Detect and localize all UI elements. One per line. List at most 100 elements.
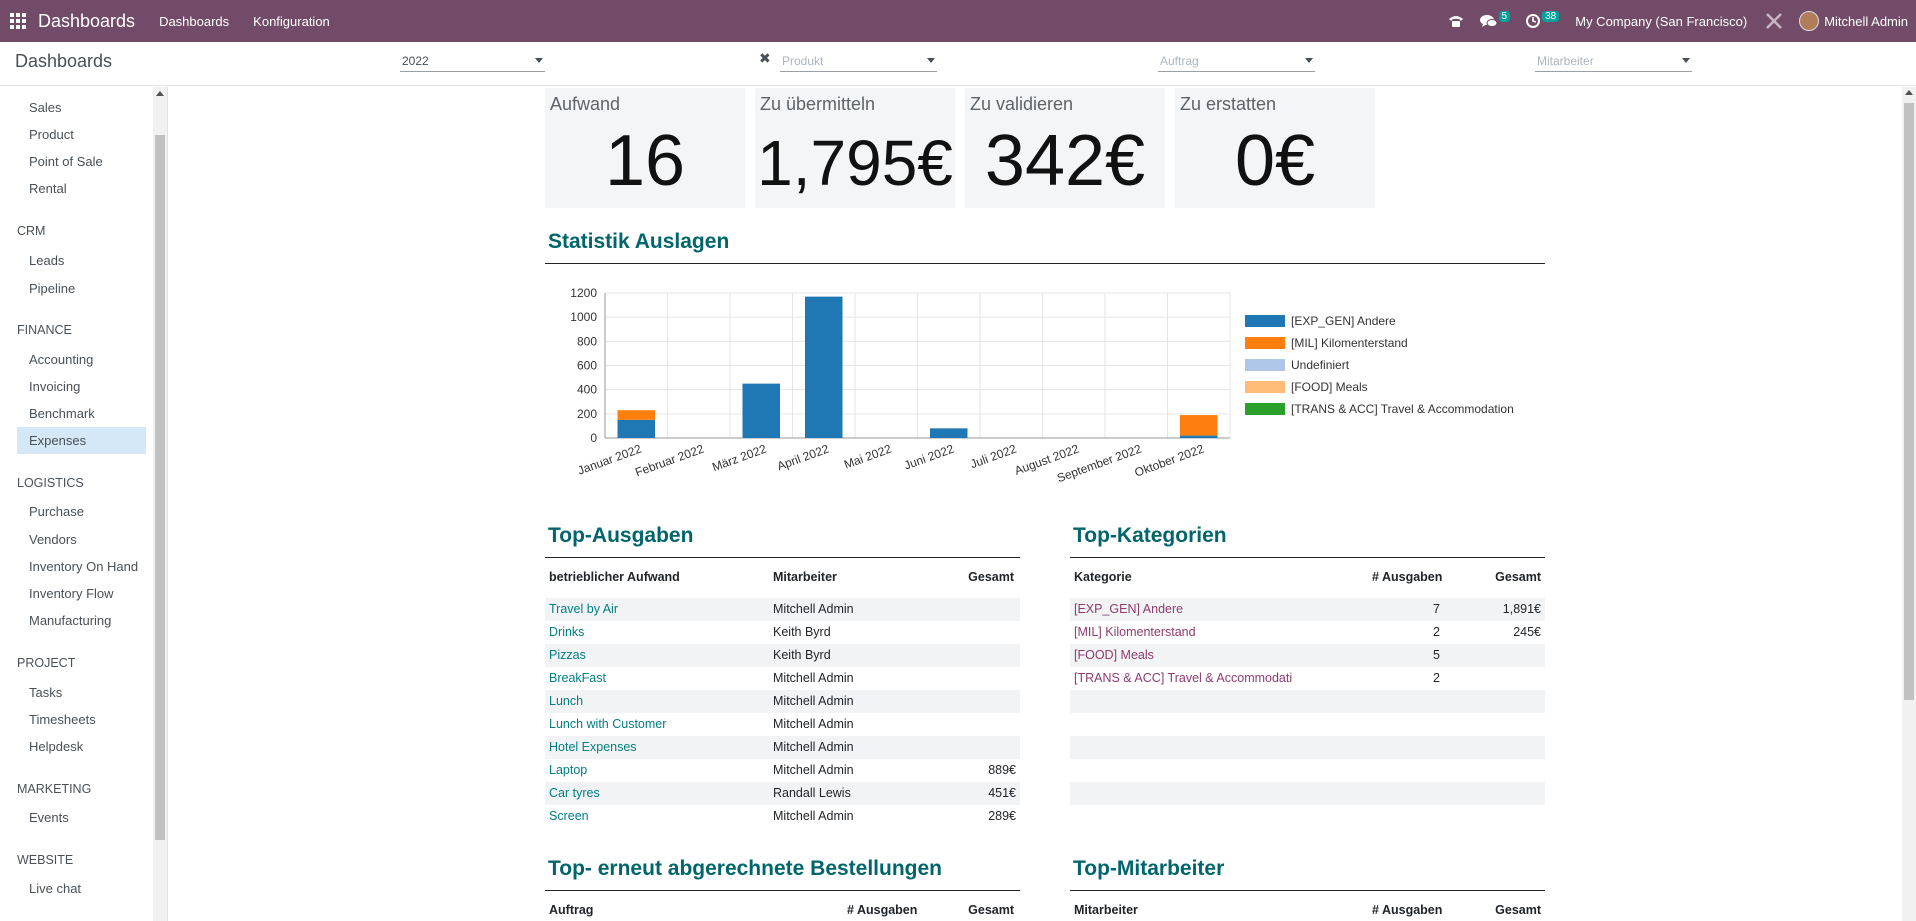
sidebar-scroll-thumb[interactable]	[155, 135, 165, 840]
expense-name-cell[interactable]: Lunch	[549, 694, 759, 708]
x-tick-label: Mai 2022	[842, 442, 893, 472]
column-header[interactable]: Mitarbeiter	[773, 570, 837, 584]
kpi-card-zu-validieren[interactable]: Zu validieren 342€	[965, 88, 1165, 208]
legend-item[interactable]: [TRANS & ACC] Travel & Accommodation	[1245, 398, 1514, 420]
sidebar-scrollbar[interactable]	[153, 87, 167, 921]
expense-name-cell[interactable]: Pizzas	[549, 648, 759, 662]
table-row[interactable]: [MIL] Kilomenterstand 2 245€	[1070, 621, 1545, 644]
column-header[interactable]: Kategorie	[1074, 570, 1132, 584]
filter-order[interactable]: Auftrag	[1158, 50, 1315, 72]
column-header[interactable]: # Ausgaben	[1372, 570, 1442, 584]
table-row[interactable]: Car tyres Randall Lewis 451€	[545, 782, 1020, 805]
expense-name-cell[interactable]: BreakFast	[549, 671, 759, 685]
kpi-card-aufwand[interactable]: Aufwand 16	[545, 88, 745, 208]
legend-item[interactable]: [EXP_GEN] Andere	[1245, 310, 1514, 332]
table-row[interactable]: Lunch with Customer Mitchell Admin	[545, 713, 1020, 736]
legend-item[interactable]: [FOOD] Meals	[1245, 376, 1514, 398]
employee-cell: Mitchell Admin	[773, 602, 854, 616]
expense-stats-chart: 0 200 400 600 800 1000 1200 Januar 2022Februar …	[570, 286, 1231, 485]
column-header[interactable]: Gesamt	[968, 903, 1014, 917]
sidebar-item-manufacturing[interactable]: Manufacturing	[17, 607, 146, 634]
table-row[interactable]: Travel by Air Mitchell Admin	[545, 598, 1020, 621]
legend-swatch	[1245, 337, 1285, 349]
column-header[interactable]: # Ausgaben	[847, 903, 917, 917]
table-row[interactable]: [FOOD] Meals 5	[1070, 644, 1545, 667]
sidebar-item-inventory-on-hand[interactable]: Inventory On Hand	[17, 553, 146, 580]
sidebar-item-point-of-sale[interactable]: Point of Sale	[17, 148, 146, 175]
expense-name-cell[interactable]: Laptop	[549, 763, 759, 777]
expense-name-cell[interactable]: Lunch with Customer	[549, 717, 759, 731]
category-name-cell[interactable]: [FOOD] Meals	[1074, 648, 1309, 662]
scroll-up-icon[interactable]	[156, 91, 164, 96]
table-row[interactable]: [EXP_GEN] Andere 7 1,891€	[1070, 598, 1545, 621]
sidebar-item-tasks[interactable]: Tasks	[17, 679, 146, 706]
sidebar-item-accounting[interactable]: Accounting	[17, 346, 146, 373]
legend-item[interactable]: [MIL] Kilomenterstand	[1245, 332, 1514, 354]
main-scrollbar[interactable]	[1902, 87, 1916, 921]
table-row[interactable]: Laptop Mitchell Admin 889€	[545, 759, 1020, 782]
app-brand[interactable]: Dashboards	[38, 11, 135, 32]
menu-dashboards[interactable]: Dashboards	[159, 14, 229, 29]
sidebar-item-benchmark[interactable]: Benchmark	[17, 400, 146, 427]
column-header[interactable]: Auftrag	[549, 903, 593, 917]
sidebar-item-leads[interactable]: Leads	[17, 247, 146, 274]
table-row	[1070, 736, 1545, 759]
sidebar-item-invoicing[interactable]: Invoicing	[17, 373, 146, 400]
sidebar-item-helpdesk[interactable]: Helpdesk	[17, 733, 146, 760]
sidebar-item-vendors[interactable]: Vendors	[17, 526, 146, 553]
sidebar-item-timesheets[interactable]: Timesheets	[17, 706, 146, 733]
column-header[interactable]: betrieblicher Aufwand	[549, 570, 680, 584]
category-name-cell[interactable]: [EXP_GEN] Andere	[1074, 602, 1309, 616]
table-row[interactable]: Pizzas Keith Byrd	[545, 644, 1020, 667]
messages-icon[interactable]: 5	[1479, 10, 1511, 28]
sidebar-item-live-chat[interactable]: Live chat	[17, 875, 146, 902]
column-header[interactable]: # Ausgaben	[1372, 903, 1442, 917]
y-tick-label: 1200	[570, 286, 597, 300]
filter-product[interactable]: Produkt	[780, 50, 937, 72]
debug-tools-icon[interactable]	[1765, 12, 1783, 30]
kpi-card-zu-uebermitteln[interactable]: Zu übermitteln 1,795€	[755, 88, 955, 208]
category-name-cell[interactable]: [TRANS & ACC] Travel & Accommodati	[1074, 671, 1309, 685]
sidebar-item-rental[interactable]: Rental	[17, 175, 146, 202]
filter-employee[interactable]: Mitarbeiter	[1535, 50, 1692, 72]
table-row[interactable]: [TRANS & ACC] Travel & Accommodati 2	[1070, 667, 1545, 690]
apps-menu-icon[interactable]	[0, 0, 36, 42]
sidebar-item-product[interactable]: Product	[17, 121, 146, 148]
sidebar-item-sales[interactable]: Sales	[17, 94, 146, 121]
sidebar-item-pipeline[interactable]: Pipeline	[17, 275, 146, 302]
category-name-cell[interactable]: [MIL] Kilomenterstand	[1074, 625, 1309, 639]
expense-name-cell[interactable]: Hotel Expenses	[549, 740, 759, 754]
table-row[interactable]: Drinks Keith Byrd	[545, 621, 1020, 644]
page-title: Dashboards	[15, 51, 113, 71]
top-categories-table: Kategorie # Ausgaben Gesamt [EXP_GEN] An…	[1070, 570, 1545, 830]
main-scroll-thumb[interactable]	[1904, 103, 1914, 700]
activities-icon[interactable]: 38	[1526, 10, 1560, 28]
company-switcher[interactable]: My Company (San Francisco)	[1575, 14, 1747, 29]
sidebar-item-expenses[interactable]: Expenses	[17, 427, 146, 454]
employee-cell: Mitchell Admin	[773, 717, 854, 731]
table-row[interactable]: Lunch Mitchell Admin	[545, 690, 1020, 713]
column-header[interactable]: Gesamt	[1495, 570, 1541, 584]
scroll-up-icon[interactable]	[1905, 90, 1913, 95]
column-header[interactable]: Mitarbeiter	[1074, 903, 1138, 917]
sidebar-item-events[interactable]: Events	[17, 804, 146, 831]
kpi-label: Aufwand	[550, 94, 621, 114]
table-row[interactable]: Screen Mitchell Admin 289€	[545, 805, 1020, 828]
kpi-card-zu-erstatten[interactable]: Zu erstatten 0€	[1175, 88, 1375, 208]
expense-name-cell[interactable]: Screen	[549, 809, 759, 823]
table-row[interactable]: Hotel Expenses Mitchell Admin	[545, 736, 1020, 759]
column-header[interactable]: Gesamt	[1495, 903, 1541, 917]
phone-icon[interactable]	[1448, 14, 1464, 28]
filter-year[interactable]: 2022	[400, 50, 545, 72]
sidebar-item-purchase[interactable]: Purchase	[17, 498, 146, 525]
menu-konfiguration[interactable]: Konfiguration	[253, 14, 330, 29]
column-header[interactable]: Gesamt	[968, 570, 1014, 584]
table-row[interactable]: BreakFast Mitchell Admin	[545, 667, 1020, 690]
user-menu[interactable]: Mitchell Admin	[1799, 11, 1908, 31]
expense-name-cell[interactable]: Drinks	[549, 625, 759, 639]
expense-name-cell[interactable]: Car tyres	[549, 786, 759, 800]
sidebar-item-inventory-flow[interactable]: Inventory Flow	[17, 580, 146, 607]
expense-name-cell[interactable]: Travel by Air	[549, 602, 759, 616]
legend-item[interactable]: Undefiniert	[1245, 354, 1514, 376]
close-icon[interactable]: ✖	[759, 50, 771, 67]
